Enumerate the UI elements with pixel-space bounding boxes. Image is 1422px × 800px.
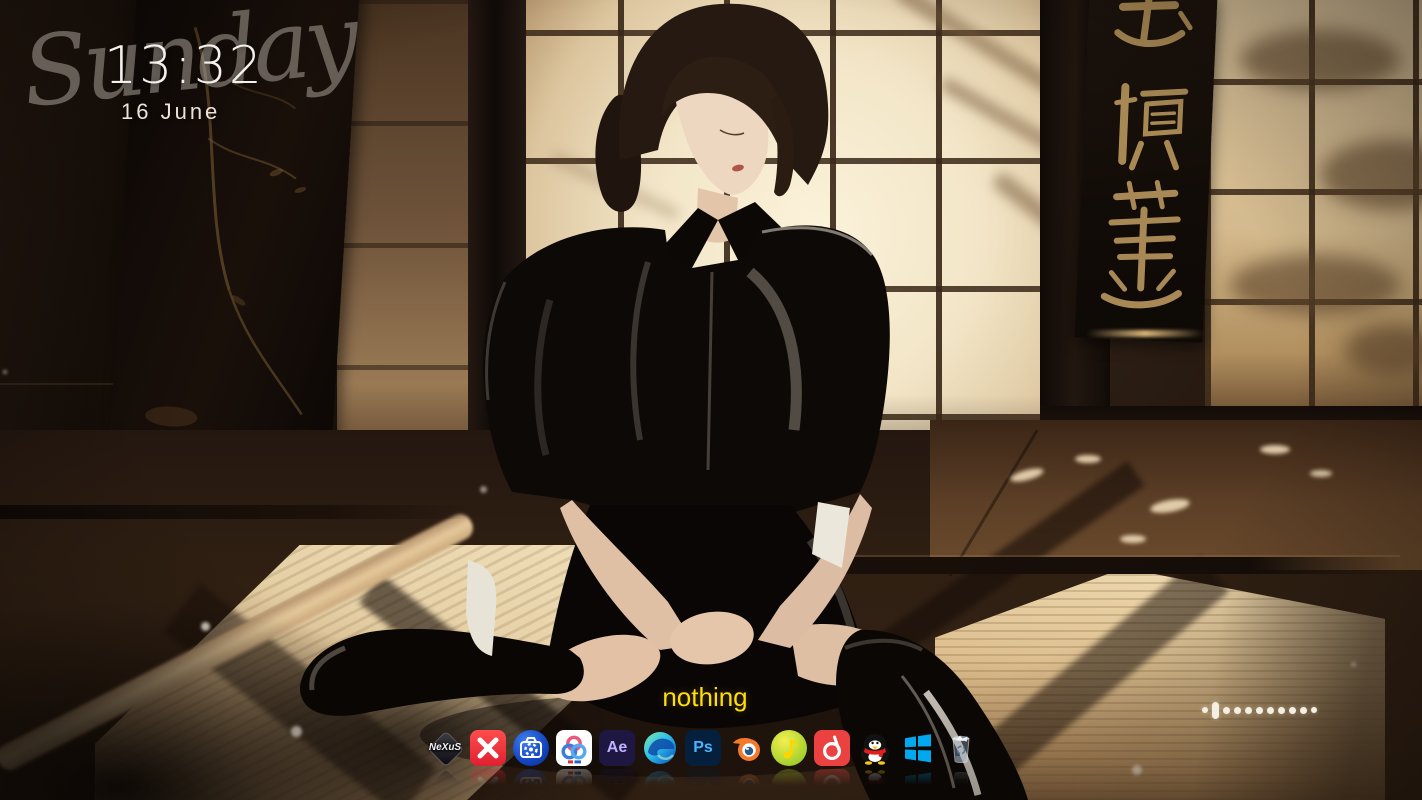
dock-item-recycle-bin[interactable] [943,730,979,766]
qq-penguin-icon [857,730,893,766]
dock-item-screen-capture[interactable] [513,730,549,766]
blender-icon [728,730,764,766]
dock-item-edge[interactable] [642,730,678,766]
bokeh-dot [1351,662,1356,667]
visualizer-bar [1245,707,1252,714]
audio-visualizer [1202,700,1317,720]
visualizer-bar [1311,707,1317,713]
wallpaper-figure [250,0,1090,800]
light-ripple [1120,535,1146,543]
dock-item-xmind[interactable] [470,730,506,766]
leaf-shadow [1240,30,1400,90]
leaf-shadow [1230,255,1400,315]
visualizer-bar [1223,707,1230,714]
bokeh-dot [3,370,7,374]
banner-light-leak [1086,330,1204,337]
bokeh-dot [291,726,302,737]
visualizer-bar [1212,702,1219,719]
dock-tooltip-label: nothing [427,682,983,713]
bokeh-dot [1132,765,1142,775]
photoshop-icon-label: Ps [693,739,713,756]
dock-item-windows[interactable] [900,730,936,766]
after-effects-icon-label: Ae [607,739,627,756]
light-ripple [1310,470,1332,477]
edge-icon [642,730,678,766]
three-rings-icon [556,730,592,766]
light-ripple [1260,445,1290,454]
dock-item-nexus[interactable]: NeXuS [427,730,463,766]
dock-item-photoshop[interactable]: Ps [685,730,721,766]
recycle-bin-icon [943,730,979,766]
visualizer-bar [1256,707,1263,714]
visualizer-bar [1289,707,1296,714]
visualizer-bar [1202,707,1208,713]
dock-item-rings-utility[interactable] [556,730,592,766]
bokeh-dot [480,486,487,493]
calligraphy-strokes [1074,0,1217,343]
clock-date: 16 June [121,99,220,125]
dock-item-blender[interactable] [728,730,764,766]
dock-item-qq-music[interactable] [771,730,807,766]
desktop: Sunday 13:32 16 June nothing NeXuS [0,0,1422,800]
windows-logo-icon [900,730,936,766]
dock: NeXuS Ae [427,730,979,766]
music-note-icon [771,730,807,766]
dock-item-after-effects[interactable]: Ae [599,730,635,766]
dock-item-netease-music[interactable] [814,730,850,766]
clock-time: 13:32 [104,36,264,96]
netease-note-icon [814,730,850,766]
nexus-icon-label: NeXuS [427,742,463,753]
bokeh-dot [201,622,210,631]
visualizer-bar [1234,707,1241,714]
visualizer-bar [1300,707,1307,714]
calligraphy-banner [1074,0,1217,343]
xmind-icon [470,730,506,766]
visualizer-bar [1278,707,1285,714]
camera-gear-icon [513,730,549,766]
dock-item-qq[interactable] [857,730,893,766]
visualizer-bar [1267,707,1274,714]
